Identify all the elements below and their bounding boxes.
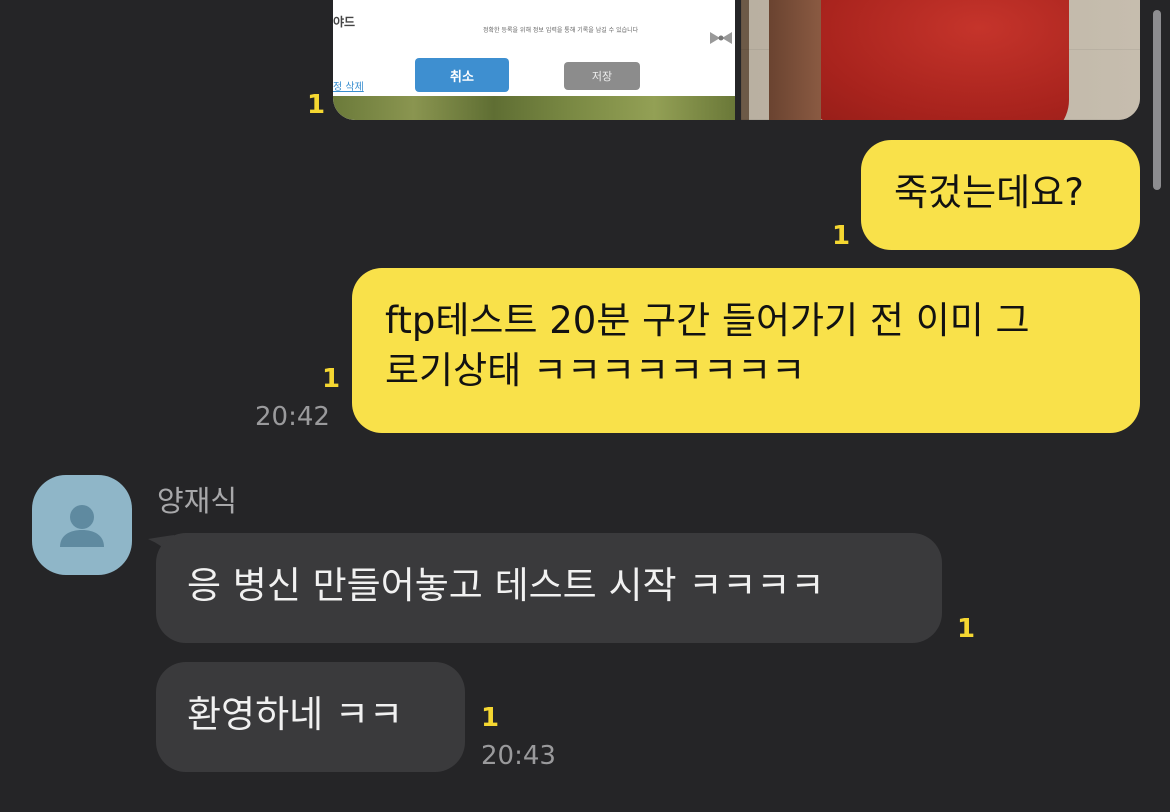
message-timestamp: 20:42 [255, 402, 330, 432]
dialog-save-button: 저장 [564, 62, 640, 90]
dialog-delete-link: 정 삭제 [333, 82, 364, 93]
my-message-bubble[interactable]: 죽겄는데요? [861, 140, 1140, 250]
sender-name: 양재식 [157, 484, 238, 518]
dialog-note: 정확한 등록을 위해 정보 입력을 통해 기록을 남길 수 있습니다 [483, 27, 639, 34]
dialog-title-fragment: 야드 [333, 15, 356, 29]
unread-count: 1 [957, 614, 976, 644]
person-silhouette-icon [60, 505, 104, 547]
bow-icon [710, 32, 732, 44]
message-text: 응 병신 만들어놓고 테스트 시작 ㅋㅋㅋㅋ [187, 564, 825, 607]
scrollbar[interactable] [1153, 10, 1161, 190]
message-text-line-2: 로기상태 ㅋㅋㅋㅋㅋㅋㅋㅋ [385, 349, 806, 392]
grass-background [333, 96, 735, 120]
message-text: 죽겄는데요? [894, 171, 1084, 214]
dialog-cancel-button: 취소 [415, 58, 509, 92]
dialog-screenshot: 야드 정확한 등록을 위해 정보 입력을 통해 기록을 남길 수 있습니다 취소… [333, 0, 735, 96]
other-message-bubble[interactable]: 응 병신 만들어놓고 테스트 시작 ㅋㅋㅋㅋ [156, 533, 942, 643]
message-text-line-1: ftp테스트 20분 구간 들어가기 전 이미 그 [385, 299, 1030, 342]
message-text: 환영하네 ㅋㅋ [187, 693, 404, 736]
shared-image-right[interactable] [741, 0, 1140, 120]
unread-count: 1 [832, 221, 851, 251]
unread-count-images: 1 [307, 90, 326, 120]
arm [769, 0, 821, 120]
other-message-bubble[interactable]: 환영하네 ㅋㅋ [156, 662, 465, 772]
unread-count: 1 [481, 703, 500, 733]
shared-image-left[interactable]: 야드 정확한 등록을 위해 정보 입력을 통해 기록을 남길 수 있습니다 취소… [333, 0, 735, 120]
avatar[interactable] [32, 475, 132, 575]
message-timestamp: 20:43 [481, 741, 556, 771]
my-message-bubble[interactable]: ftp테스트 20분 구간 들어가기 전 이미 그 로기상태 ㅋㅋㅋㅋㅋㅋㅋㅋ [352, 268, 1140, 433]
unread-count: 1 [322, 364, 341, 394]
